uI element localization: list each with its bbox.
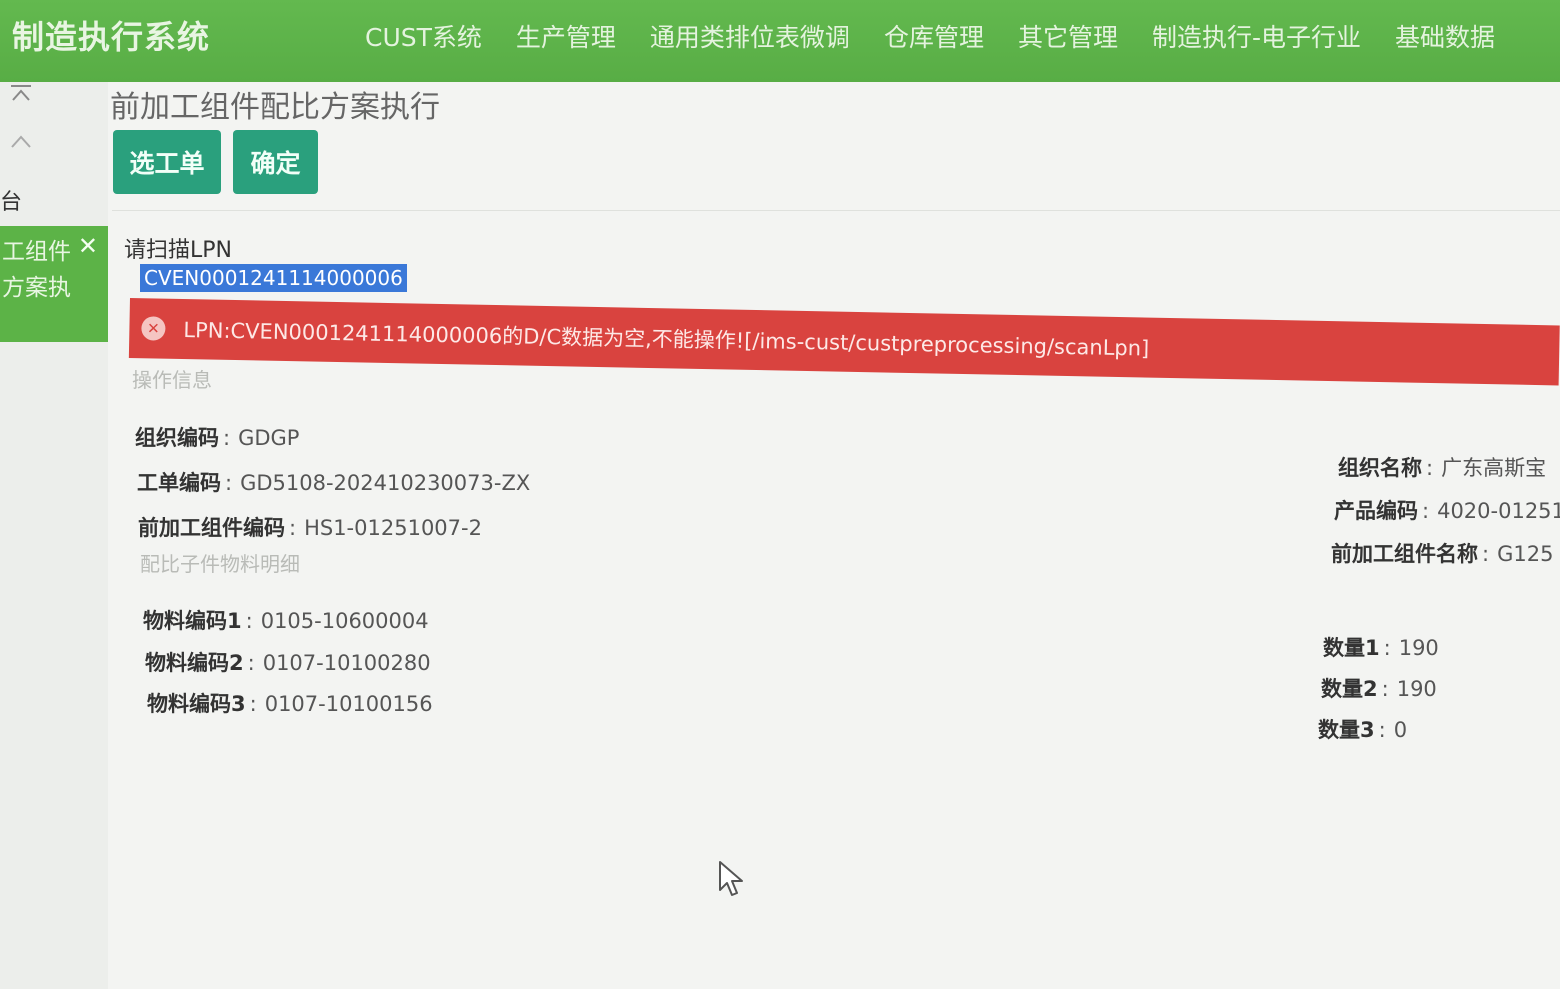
org-name-label: 组织名称 bbox=[1338, 456, 1422, 480]
material-code-row: 物料编码2:0107-10100280 bbox=[145, 651, 431, 675]
material-code-label: 物料编码3 bbox=[147, 692, 246, 716]
material-code-label: 物料编码2 bbox=[145, 651, 244, 675]
scan-lpn-label: 请扫描LPN bbox=[124, 238, 232, 263]
collapse-top-icon[interactable] bbox=[8, 82, 34, 110]
menu-cust[interactable]: CUST系统 bbox=[365, 18, 482, 54]
org-name-value: 广东高斯宝 bbox=[1441, 456, 1547, 480]
quantity-row: 数量2:190 bbox=[1321, 677, 1437, 701]
menu-basic-data[interactable]: 基础数据 bbox=[1395, 18, 1495, 54]
chevron-up-icon-graphic bbox=[11, 135, 31, 148]
error-icon: ✕ bbox=[141, 316, 166, 341]
component-code-field: 前加工组件编码: HS1-01251007-2 bbox=[138, 516, 482, 540]
product-code-label: 产品编码 bbox=[1334, 499, 1418, 523]
error-alert: ✕ LPN:CVEN0001241114000006的D/C数据为空,不能操作!… bbox=[128, 298, 1560, 386]
work-order-label: 工单编码 bbox=[137, 471, 221, 495]
org-code-label: 组织编码 bbox=[135, 426, 219, 450]
quantity-row: 数量1:190 bbox=[1323, 636, 1439, 660]
menu-production[interactable]: 生产管理 bbox=[516, 18, 616, 54]
sidebar-text: 台 bbox=[0, 190, 23, 215]
org-code-field: 组织编码: GDGP bbox=[135, 426, 300, 450]
quantity-row: 数量3:0 bbox=[1318, 718, 1408, 742]
sidebar-tab-label-2: 方案执 bbox=[2, 275, 71, 301]
material-code-label: 物料编码1 bbox=[143, 609, 242, 633]
collapse-top-icon-graphic bbox=[11, 85, 31, 101]
product-code-value: 4020-01251 bbox=[1437, 499, 1560, 523]
work-order-value: GD5108-202410230073-ZX bbox=[240, 471, 531, 495]
component-name-value: G125 bbox=[1497, 542, 1554, 566]
confirm-button[interactable]: 确定 bbox=[233, 130, 318, 194]
material-code-row: 物料编码3:0107-10100156 bbox=[147, 692, 433, 716]
quantity-value: 0 bbox=[1393, 718, 1408, 742]
material-code-value: 0107-10100156 bbox=[264, 692, 433, 716]
mouse-pointer-icon bbox=[718, 860, 746, 902]
close-icon[interactable]: ✕ bbox=[78, 232, 98, 260]
material-detail-title: 配比子件物料明细 bbox=[140, 552, 300, 576]
component-code-value: HS1-01251007-2 bbox=[304, 516, 482, 540]
menu-layout-adjust[interactable]: 通用类排位表微调 bbox=[650, 18, 850, 54]
top-nav-bar: 制造执行系统 CUST系统 生产管理 通用类排位表微调 仓库管理 其它管理 制造… bbox=[0, 0, 1560, 82]
material-code-row: 物料编码1:0105-10600004 bbox=[143, 609, 429, 633]
quantity-value: 190 bbox=[1396, 677, 1437, 701]
scan-lpn-value: CVEN0001241114000006 bbox=[140, 264, 407, 292]
product-code-field: 产品编码:4020-01251 bbox=[1334, 495, 1560, 525]
page-title: 前加工组件配比方案执行 bbox=[110, 90, 440, 125]
operation-info-title: 操作信息 bbox=[132, 368, 212, 392]
component-name-field: 前加工组件名称: G125 bbox=[1331, 542, 1554, 566]
quantity-label: 数量2 bbox=[1321, 677, 1378, 701]
scan-lpn-input[interactable]: CVEN0001241114000006 bbox=[140, 264, 440, 296]
sidebar-tab-active[interactable]: 工组件 方案执 ✕ bbox=[0, 226, 108, 342]
sidebar: 台 工组件 方案执 ✕ bbox=[0, 82, 108, 989]
quantity-value: 190 bbox=[1398, 636, 1439, 660]
component-code-label: 前加工组件编码 bbox=[138, 516, 285, 540]
component-name-label: 前加工组件名称 bbox=[1331, 542, 1478, 566]
menu-other[interactable]: 其它管理 bbox=[1018, 18, 1118, 54]
quantity-label: 数量3 bbox=[1318, 718, 1375, 742]
menu-mes-electronics[interactable]: 制造执行-电子行业 bbox=[1152, 18, 1361, 54]
quantity-label: 数量1 bbox=[1323, 636, 1380, 660]
main-menu: CUST系统 生产管理 通用类排位表微调 仓库管理 其它管理 制造执行-电子行业… bbox=[365, 18, 1529, 54]
org-code-value: GDGP bbox=[238, 426, 300, 450]
material-code-value: 0107-10100280 bbox=[262, 651, 431, 675]
chevron-up-icon[interactable] bbox=[8, 132, 34, 158]
menu-warehouse[interactable]: 仓库管理 bbox=[884, 18, 984, 54]
select-order-button[interactable]: 选工单 bbox=[113, 130, 221, 194]
org-name-field: 组织名称: 广东高斯宝 bbox=[1338, 456, 1547, 480]
work-order-field: 工单编码: GD5108-202410230073-ZX bbox=[137, 471, 531, 495]
material-code-value: 0105-10600004 bbox=[260, 609, 429, 633]
divider bbox=[112, 210, 1560, 211]
app-title: 制造执行系统 bbox=[12, 18, 211, 56]
error-message: LPN:CVEN0001241114000006的D/C数据为空,不能操作![/… bbox=[183, 318, 1150, 361]
